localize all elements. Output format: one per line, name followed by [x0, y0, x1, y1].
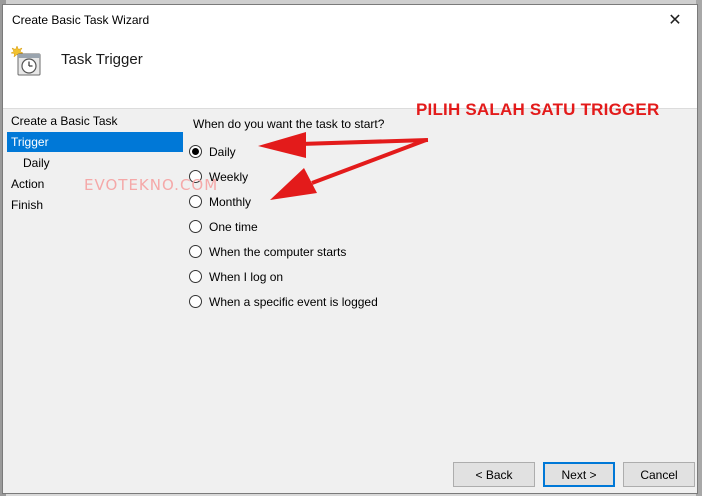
option-log-on-label: When I log on	[209, 269, 284, 284]
nav-step-create-basic-task: Create a Basic Task	[11, 114, 118, 128]
option-computer-starts[interactable]: When the computer starts	[189, 239, 378, 264]
close-icon: ✕	[668, 12, 682, 29]
watermark-text: EVOTEKNO.COM	[84, 176, 219, 194]
option-one-time-label: One time	[209, 219, 258, 234]
option-one-time[interactable]: One time	[189, 214, 378, 239]
radio-event-logged[interactable]	[189, 295, 202, 308]
option-event-logged-label: When a specific event is logged	[209, 294, 378, 309]
back-button[interactable]: < Back	[453, 462, 535, 487]
nav-step-trigger[interactable]: Trigger	[7, 132, 183, 152]
option-daily[interactable]: Daily	[189, 139, 378, 164]
radio-computer-starts[interactable]	[189, 245, 202, 258]
option-log-on[interactable]: When I log on	[189, 264, 378, 289]
task-clock-icon	[11, 45, 41, 76]
wizard-step-list: Create a Basic Task Trigger Daily Action…	[7, 111, 183, 216]
page-title: Task Trigger	[61, 51, 143, 68]
radio-log-on[interactable]	[189, 270, 202, 283]
option-monthly-label: Monthly	[209, 194, 252, 209]
trigger-options: Daily Weekly Monthly One time When the c…	[189, 139, 378, 314]
radio-daily[interactable]	[189, 145, 202, 158]
cancel-button[interactable]: Cancel	[623, 462, 695, 487]
nav-step-finish[interactable]: Finish	[7, 195, 183, 215]
nav-step-daily[interactable]: Daily	[7, 153, 183, 173]
radio-monthly[interactable]	[189, 195, 202, 208]
title-bar: Create Basic Task Wizard ✕	[3, 5, 697, 35]
annotation-text: PILIH SALAH SATU TRIGGER	[416, 100, 660, 119]
option-computer-starts-label: When the computer starts	[209, 244, 347, 259]
option-daily-label: Daily	[209, 144, 236, 159]
trigger-question: When do you want the task to start?	[193, 117, 385, 131]
next-button[interactable]: Next >	[543, 462, 615, 487]
close-button[interactable]: ✕	[653, 5, 697, 35]
wizard-header: Task Trigger	[3, 35, 697, 109]
create-basic-task-wizard-dialog: Create Basic Task Wizard ✕ Task Trigger …	[2, 4, 698, 494]
option-event-logged[interactable]: When a specific event is logged	[189, 289, 378, 314]
window-title: Create Basic Task Wizard	[12, 13, 150, 27]
radio-one-time[interactable]	[189, 220, 202, 233]
